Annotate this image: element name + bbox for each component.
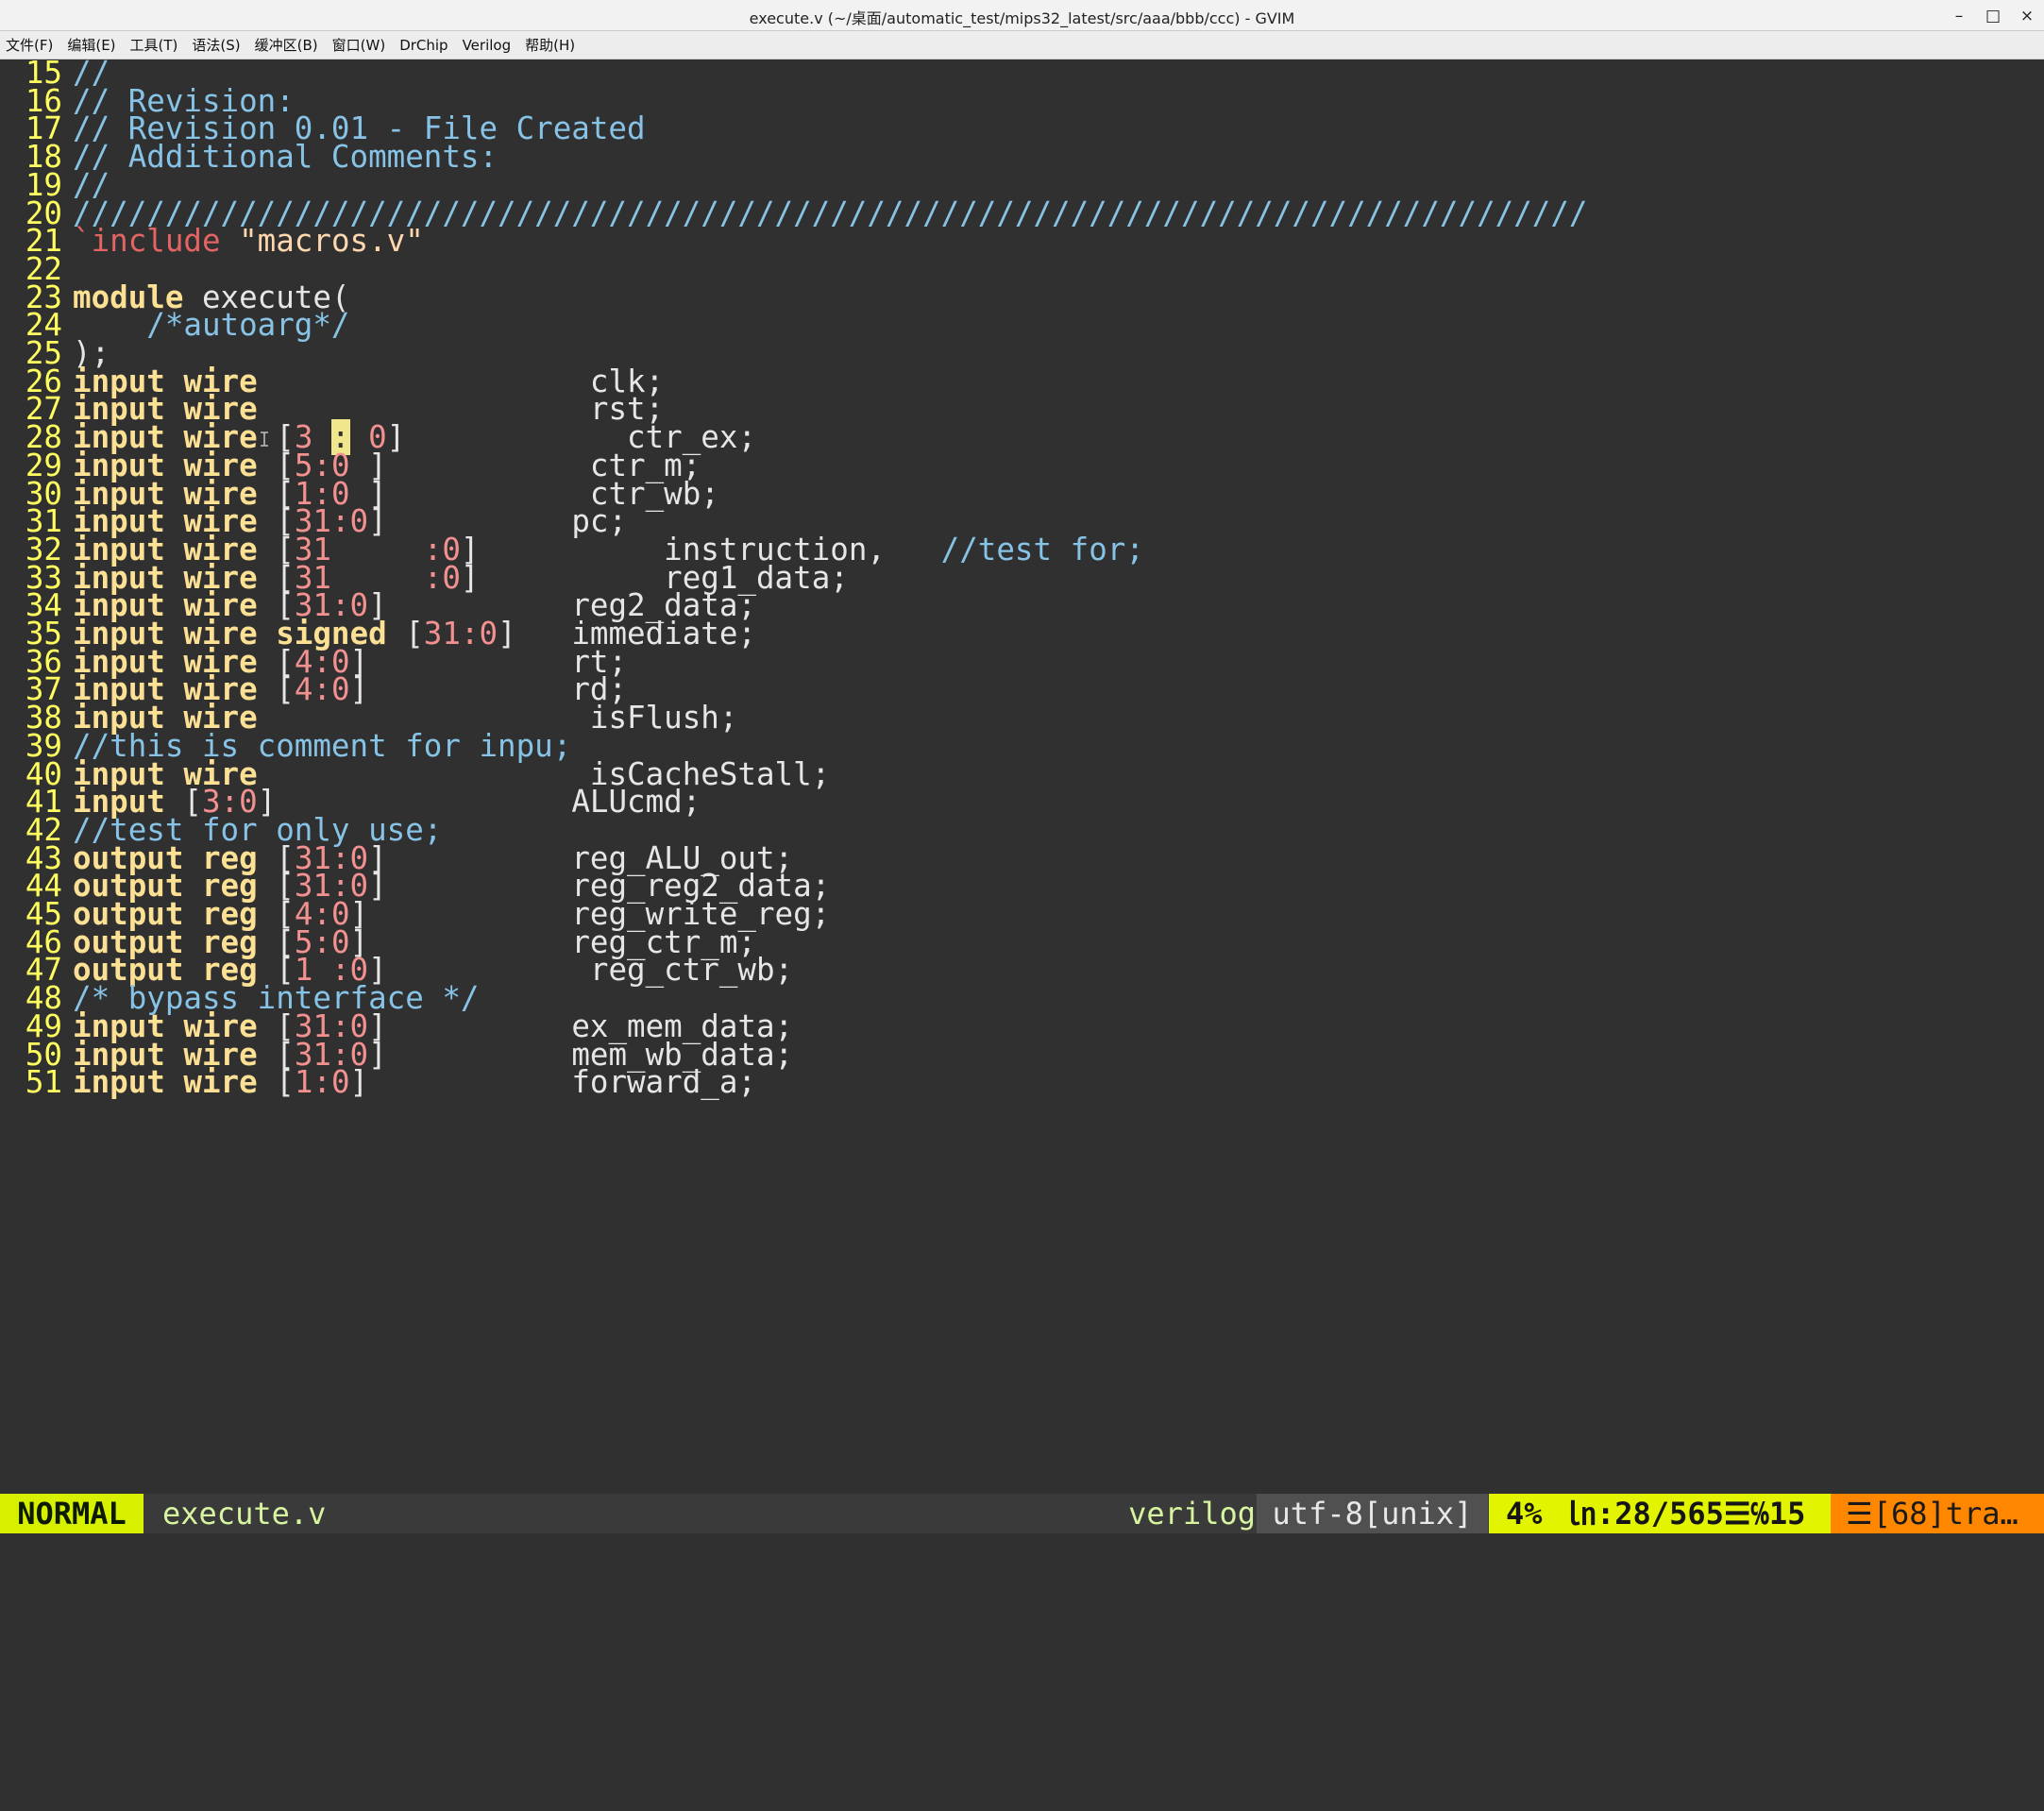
status-percent: 4% [1506,1496,1543,1532]
status-line-col: ㏑:28/565☰℅15 [1566,1496,1806,1532]
number-token: 1:0 [294,1064,350,1101]
menu-file[interactable]: 文件(F) [6,35,53,55]
maximize-button[interactable]: □ [1976,0,2010,31]
status-encoding: utf-8[unix] [1257,1494,1488,1533]
status-line: NORMAL execute.v verilog utf-8[unix] 4% … [0,1494,2044,1533]
menu-drchip[interactable]: DrChip [399,37,448,54]
mode-indicator: NORMAL [0,1494,144,1533]
mouse-ibeam-cursor-icon [261,432,268,447]
gvim-window: execute.v (~/桌面/automatic_test/mips32_la… [0,0,2044,1565]
command-line[interactable] [0,1533,2044,1565]
menu-help[interactable]: 帮助(H) [525,35,575,55]
code-line[interactable]: 51 input wire [1:0] forward_a; [0,1063,2044,1102]
window-title: execute.v (~/桌面/automatic_test/mips32_la… [749,9,1295,27]
editor-text-area[interactable]: 15//16// Revision: 17// Revision 0.01 - F… [0,59,2044,1494]
keyword-token: input wire [73,1064,258,1101]
window-controls: – □ × [1942,0,2044,31]
line-number: 51 [25,1064,62,1101]
status-filetype: verilog [1128,1496,1256,1532]
menu-edit[interactable]: 编辑(E) [67,35,115,55]
status-position: 4% ㏑:28/565☰℅15 [1489,1494,1831,1533]
status-warning-text: ☰[68]tra… [1846,1496,2019,1532]
menu-buffers[interactable]: 缓冲区(B) [255,35,318,55]
close-button[interactable]: × [2010,0,2044,31]
menu-bar: 文件(F) 编辑(E) 工具(T) 语法(S) 缓冲区(B) 窗口(W) DrC… [0,31,2044,59]
minimize-button[interactable]: – [1942,0,1976,31]
menu-verilog[interactable]: Verilog [463,37,512,54]
status-whitespace-warning: ☰[68]tra… [1831,1494,2044,1533]
title-bar[interactable]: execute.v (~/桌面/automatic_test/mips32_la… [0,0,2044,31]
menu-tools[interactable]: 工具(T) [130,35,178,55]
code-token: ] forward_a; [349,1064,756,1101]
line-code: input wire [1:0] forward_a; [73,1063,756,1102]
status-filename: execute.v [162,1496,327,1532]
code-token: [ [257,1064,295,1101]
menu-syntax[interactable]: 语法(S) [192,35,240,55]
menu-window[interactable]: 窗口(W) [332,35,386,55]
